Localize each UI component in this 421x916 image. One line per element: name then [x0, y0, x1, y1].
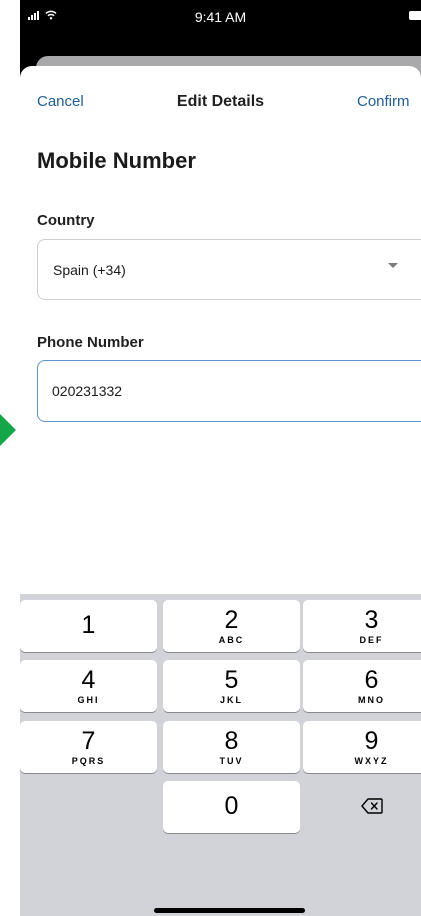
key-digit: 4 — [81, 666, 96, 694]
key-letters: WXYZ — [354, 756, 389, 766]
delete-key[interactable] — [303, 781, 421, 833]
status-bar: 9:41 AM — [20, 0, 421, 40]
key-letters: TUV — [219, 756, 244, 766]
key-9[interactable]: 9 WXYZ — [303, 721, 421, 773]
status-time: 9:41 AM — [194, 9, 247, 25]
pointer-arrow-icon — [0, 414, 16, 446]
key-letters: MNO — [358, 695, 385, 705]
key-8[interactable]: 8 TUV — [163, 721, 300, 773]
key-digit: 8 — [224, 727, 239, 755]
backspace-icon — [361, 798, 383, 814]
numeric-keypad: 1 2 ABC 3 DEF 4 GHI 5 JKL 6 MNO 7 PQRS 8 — [20, 594, 421, 916]
key-digit: 6 — [364, 666, 379, 694]
key-0[interactable]: 0 — [163, 781, 300, 833]
key-digit: 1 — [81, 611, 96, 639]
key-7[interactable]: 7 PQRS — [20, 721, 157, 773]
key-4[interactable]: 4 GHI — [20, 660, 157, 712]
key-letters: ABC — [218, 635, 245, 645]
phone-label: Phone Number — [37, 334, 144, 351]
key-1[interactable]: 1 — [20, 600, 157, 652]
country-value: Spain (+34) — [53, 262, 126, 278]
country-label: Country — [37, 212, 95, 229]
key-digit: 9 — [364, 727, 379, 755]
nav-bar: Cancel Edit Details Confirm — [20, 93, 421, 115]
chevron-down-icon — [388, 263, 398, 268]
key-2[interactable]: 2 ABC — [163, 600, 300, 652]
phone-screen: 9:41 AM Cancel Edit Details Confirm Mobi… — [20, 0, 421, 916]
key-5[interactable]: 5 JKL — [163, 660, 300, 712]
key-digit: 2 — [224, 606, 239, 634]
key-letters: PQRS — [71, 756, 106, 766]
section-heading: Mobile Number — [37, 148, 196, 173]
key-digit: 5 — [224, 666, 239, 694]
key-digit: 3 — [364, 606, 379, 634]
key-6[interactable]: 6 MNO — [303, 660, 421, 712]
key-3[interactable]: 3 DEF — [303, 600, 421, 652]
key-letters: DEF — [359, 635, 384, 645]
key-digit: 0 — [224, 792, 239, 820]
key-letters: GHI — [77, 695, 100, 705]
country-select[interactable]: Spain (+34) — [37, 239, 421, 300]
phone-number-input[interactable] — [37, 360, 421, 422]
confirm-button[interactable]: Confirm — [357, 93, 410, 110]
key-letters: JKL — [219, 695, 243, 705]
battery-icon — [409, 11, 421, 20]
home-indicator — [154, 908, 305, 913]
key-digit: 7 — [81, 727, 96, 755]
